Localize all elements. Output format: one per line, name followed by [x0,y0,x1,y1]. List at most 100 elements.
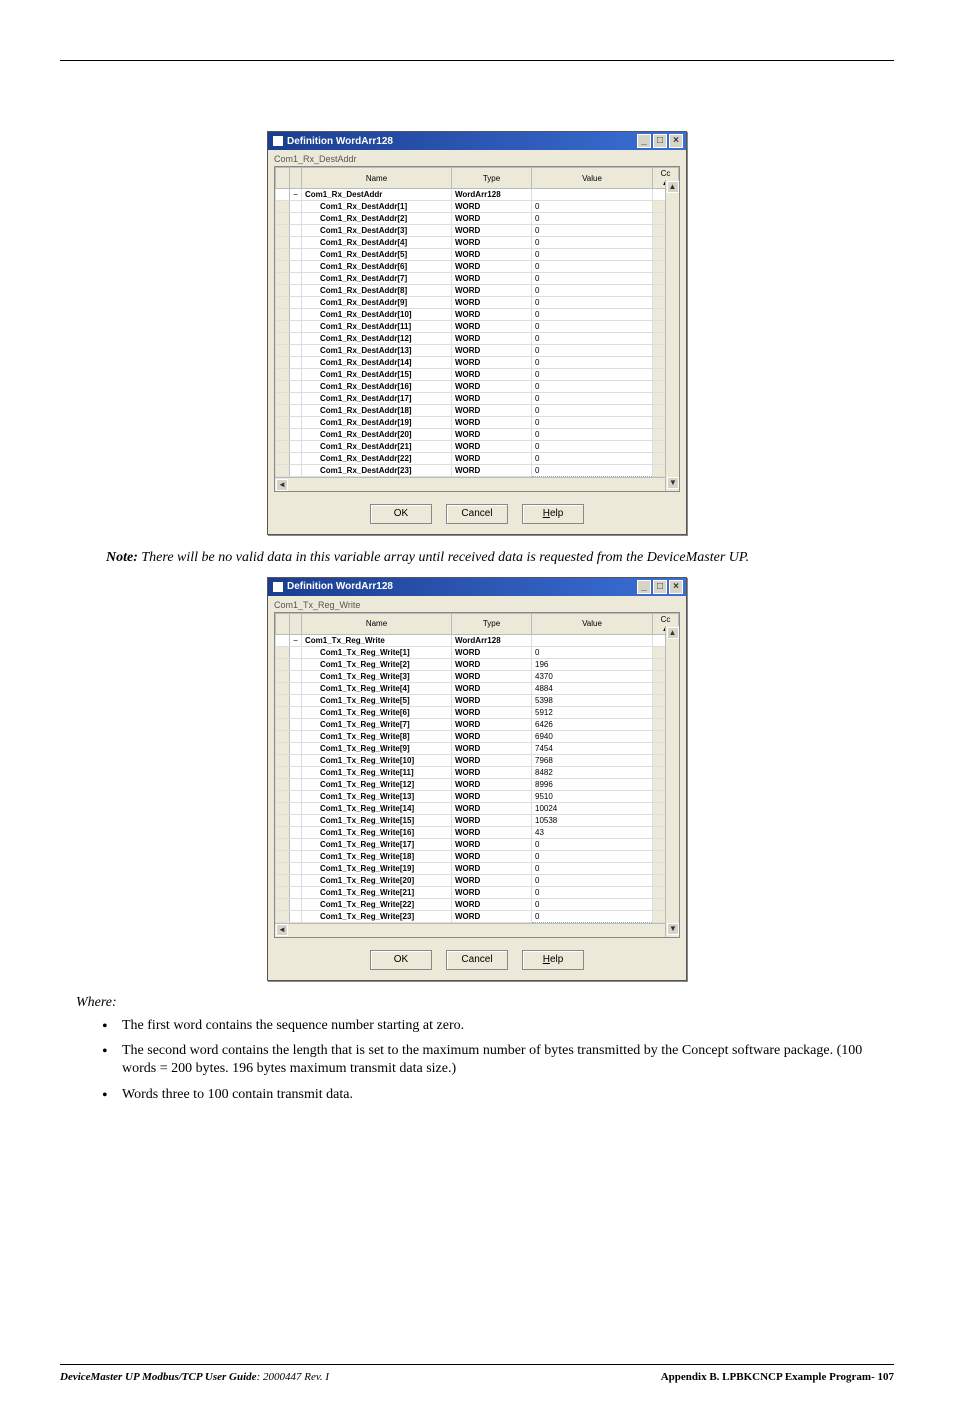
col-header-name[interactable]: Name [302,168,452,189]
table-row[interactable]: Com1_Rx_DestAddr[10]WORD0 [276,309,679,321]
data-grid[interactable]: Name Type Value Cc ▲ −Com1_Rx_DestAddrWo… [275,167,679,477]
cell-value[interactable]: 0 [532,225,653,237]
table-row[interactable]: Com1_Rx_DestAddr[17]WORD0 [276,393,679,405]
cell-value[interactable]: 4884 [532,682,653,694]
cell-value[interactable]: 0 [532,838,653,850]
table-row[interactable]: Com1_Tx_Reg_Write[17]WORD0 [276,838,679,850]
cell-value[interactable]: 0 [532,261,653,273]
cell-value[interactable]: 0 [532,441,653,453]
cell-value[interactable]: 0 [532,273,653,285]
table-row[interactable]: Com1_Tx_Reg_Write[8]WORD6940 [276,730,679,742]
cell-value[interactable]: 0 [532,201,653,213]
maximize-icon[interactable]: □ [653,580,667,594]
table-row[interactable]: Com1_Rx_DestAddr[3]WORD0 [276,225,679,237]
cell-value[interactable]: 0 [532,321,653,333]
table-row[interactable]: Com1_Tx_Reg_Write[1]WORD0 [276,646,679,658]
table-row[interactable]: Com1_Rx_DestAddr[6]WORD0 [276,261,679,273]
table-row[interactable]: Com1_Rx_DestAddr[18]WORD0 [276,405,679,417]
close-icon[interactable]: × [669,134,683,148]
cell-value[interactable]: 6426 [532,718,653,730]
col-header-name[interactable]: Name [302,613,452,634]
table-row[interactable]: Com1_Rx_DestAddr[5]WORD0 [276,249,679,261]
cell-value[interactable]: 4370 [532,670,653,682]
cell-value[interactable]: 5398 [532,694,653,706]
table-row[interactable]: Com1_Tx_Reg_Write[12]WORD8996 [276,778,679,790]
col-header-type[interactable]: Type [452,168,532,189]
cell-value[interactable]: 0 [532,646,653,658]
cell-value[interactable]: 0 [532,465,653,477]
table-row[interactable]: Com1_Tx_Reg_Write[10]WORD7968 [276,754,679,766]
scroll-up-icon[interactable]: ▲ [667,627,679,639]
table-row[interactable]: Com1_Rx_DestAddr[21]WORD0 [276,441,679,453]
cell-value[interactable]: 7968 [532,754,653,766]
cell-value[interactable] [532,634,653,646]
cell-value[interactable]: 0 [532,297,653,309]
cell-value[interactable]: 0 [532,333,653,345]
cell-value[interactable]: 7454 [532,742,653,754]
cancel-button[interactable]: Cancel [446,950,508,970]
close-icon[interactable]: × [669,580,683,594]
collapse-icon[interactable]: − [290,189,302,201]
table-row[interactable]: Com1_Tx_Reg_Write[6]WORD5912 [276,706,679,718]
cell-value[interactable]: 43 [532,826,653,838]
scroll-left-icon[interactable]: ◄ [276,479,288,491]
table-row[interactable]: Com1_Rx_DestAddr[15]WORD0 [276,369,679,381]
ok-button[interactable]: OK [370,504,432,524]
table-row[interactable]: Com1_Rx_DestAddr[7]WORD0 [276,273,679,285]
table-row[interactable]: Com1_Tx_Reg_Write[23]WORD0 [276,910,679,922]
cell-value[interactable]: 9510 [532,790,653,802]
table-row[interactable]: Com1_Rx_DestAddr[11]WORD0 [276,321,679,333]
cell-value[interactable]: 0 [532,381,653,393]
cell-value[interactable]: 0 [532,393,653,405]
scroll-up-icon[interactable]: ▲ [667,181,679,193]
table-row[interactable]: Com1_Tx_Reg_Write[16]WORD43 [276,826,679,838]
table-row[interactable]: Com1_Tx_Reg_Write[9]WORD7454 [276,742,679,754]
col-header-value[interactable]: Value [532,613,653,634]
cell-value[interactable]: 0 [532,886,653,898]
help-button[interactable]: Help [522,504,584,524]
scroll-left-icon[interactable]: ◄ [276,924,288,936]
table-row[interactable]: Com1_Tx_Reg_Write[13]WORD9510 [276,790,679,802]
table-row-parent[interactable]: −Com1_Rx_DestAddrWordArr128 [276,189,679,201]
col-header-idx[interactable] [276,613,290,634]
table-row[interactable]: Com1_Rx_DestAddr[4]WORD0 [276,237,679,249]
minimize-icon[interactable]: _ [637,580,651,594]
table-row[interactable]: Com1_Rx_DestAddr[13]WORD0 [276,345,679,357]
table-row[interactable]: Com1_Rx_DestAddr[22]WORD0 [276,453,679,465]
cell-value[interactable]: 0 [532,357,653,369]
col-header-type[interactable]: Type [452,613,532,634]
help-button[interactable]: Help [522,950,584,970]
cell-value[interactable]: 5912 [532,706,653,718]
cell-value[interactable]: 0 [532,874,653,886]
cell-value[interactable]: 0 [532,405,653,417]
horizontal-scrollbar[interactable]: ◄ ► [275,477,679,491]
table-row[interactable]: Com1_Rx_DestAddr[14]WORD0 [276,357,679,369]
table-row[interactable]: Com1_Rx_DestAddr[1]WORD0 [276,201,679,213]
cell-value[interactable]: 0 [532,417,653,429]
col-header-expand[interactable] [290,168,302,189]
table-row[interactable]: Com1_Tx_Reg_Write[2]WORD196 [276,658,679,670]
table-row[interactable]: Com1_Tx_Reg_Write[14]WORD10024 [276,802,679,814]
cell-value[interactable]: 10538 [532,814,653,826]
table-row-parent[interactable]: −Com1_Tx_Reg_WriteWordArr128 [276,634,679,646]
col-header-value[interactable]: Value [532,168,653,189]
table-row[interactable]: Com1_Rx_DestAddr[8]WORD0 [276,285,679,297]
minimize-icon[interactable]: _ [637,134,651,148]
table-row[interactable]: Com1_Tx_Reg_Write[19]WORD0 [276,862,679,874]
cell-value[interactable]: 0 [532,249,653,261]
cell-value[interactable]: 0 [532,453,653,465]
cell-value[interactable]: 196 [532,658,653,670]
cell-value[interactable]: 0 [532,429,653,441]
table-row[interactable]: Com1_Tx_Reg_Write[7]WORD6426 [276,718,679,730]
table-row[interactable]: Com1_Tx_Reg_Write[20]WORD0 [276,874,679,886]
ok-button[interactable]: OK [370,950,432,970]
horizontal-scrollbar[interactable]: ◄ ► [275,923,679,937]
collapse-icon[interactable]: − [290,634,302,646]
titlebar[interactable]: Definition WordArr128 _ □ × [268,578,686,596]
scroll-down-icon[interactable]: ▼ [667,923,679,935]
table-row[interactable]: Com1_Rx_DestAddr[20]WORD0 [276,429,679,441]
data-grid[interactable]: Name Type Value Cc ▲ −Com1_Tx_Reg_WriteW… [275,613,679,923]
table-row[interactable]: Com1_Rx_DestAddr[19]WORD0 [276,417,679,429]
vertical-scrollbar[interactable]: ▲ ▼ [665,626,679,937]
cell-value[interactable]: 0 [532,850,653,862]
